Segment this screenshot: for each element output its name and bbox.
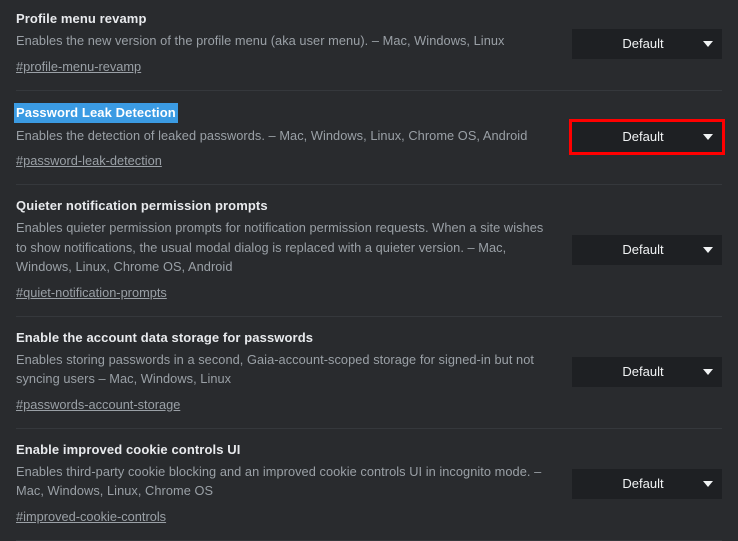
experiment-description: Enables quieter permission prompts for n… (16, 220, 544, 274)
experiment-permalink[interactable]: #password-leak-detection (16, 152, 162, 170)
experiment-control: Default (572, 355, 722, 387)
experiment-control: Default (572, 233, 722, 266)
experiment-title-row: Quieter notification permission prompts (16, 197, 546, 218)
experiment-text: Quieter notification permission prompts E… (16, 197, 556, 302)
experiment-title: Profile menu revamp (16, 11, 147, 26)
experiment-title: Enable the account data storage for pass… (16, 329, 314, 345)
experiment-row: Quieter notification permission prompts E… (16, 185, 722, 317)
experiment-row: Password Leak Detection Enables the detec… (14, 91, 725, 185)
experiment-title-row: Enable the account data storage for pass… (16, 329, 546, 350)
experiment-select[interactable]: Default (572, 357, 722, 387)
experiment-title-row: Profile menu revamp (16, 10, 546, 31)
experiment-description: Enables the new version of the profile m… (16, 33, 505, 48)
experiment-select-wrapper: Default (572, 235, 722, 266)
experiment-text: Password Leak Detection Enables the detec… (14, 102, 556, 171)
experiment-description: Enables third-party cookie blocking and … (16, 463, 542, 499)
experiment-permalink[interactable]: #passwords-account-storage (16, 396, 180, 414)
experiment-control: Default (572, 27, 722, 59)
experiment-control: Default (569, 119, 725, 156)
experiment-select[interactable]: Default (572, 28, 722, 59)
experiment-permalink[interactable]: #profile-menu-revamp (16, 58, 141, 76)
experiment-row: Enable the account data storage for pass… (16, 317, 722, 429)
experiment-title: Password Leak Detection (14, 102, 178, 123)
experiment-select[interactable]: Default (572, 469, 722, 499)
experiment-title: Quieter notification permission prompts (16, 198, 268, 213)
experiment-permalink[interactable]: #quiet-notification-prompts (16, 284, 167, 302)
experiment-select-highlighted: Default (569, 119, 725, 156)
experiment-row: Profile menu revamp Enables the new versi… (16, 0, 722, 91)
experiment-select-wrapper: Default (572, 469, 722, 499)
experiment-description: Enables the detection of leaked password… (16, 127, 528, 143)
experiment-description: Enables storing passwords in a second, G… (16, 351, 534, 387)
experiment-text: Enable the account data storage for pass… (16, 329, 556, 414)
experiment-select-wrapper: Default (572, 28, 722, 59)
experiment-select[interactable]: Default (572, 235, 722, 266)
experiment-title: Enable improved cookie controls UI (16, 441, 241, 457)
experiment-title-row: Password Leak Detection (14, 102, 546, 126)
experiment-control: Default (572, 467, 722, 499)
experiment-select[interactable]: Default (572, 122, 722, 153)
experiment-text: Enable improved cookie controls UI Enable… (16, 441, 556, 526)
experiment-text: Profile menu revamp Enables the new versi… (16, 10, 556, 76)
experiment-row: Enable improved cookie controls UI Enable… (16, 429, 722, 541)
flags-experiment-list: Profile menu revamp Enables the new versi… (0, 0, 738, 541)
experiment-title-row: Enable improved cookie controls UI (16, 441, 546, 462)
experiment-permalink[interactable]: #improved-cookie-controls (16, 508, 166, 526)
experiment-select-wrapper: Default (572, 357, 722, 387)
